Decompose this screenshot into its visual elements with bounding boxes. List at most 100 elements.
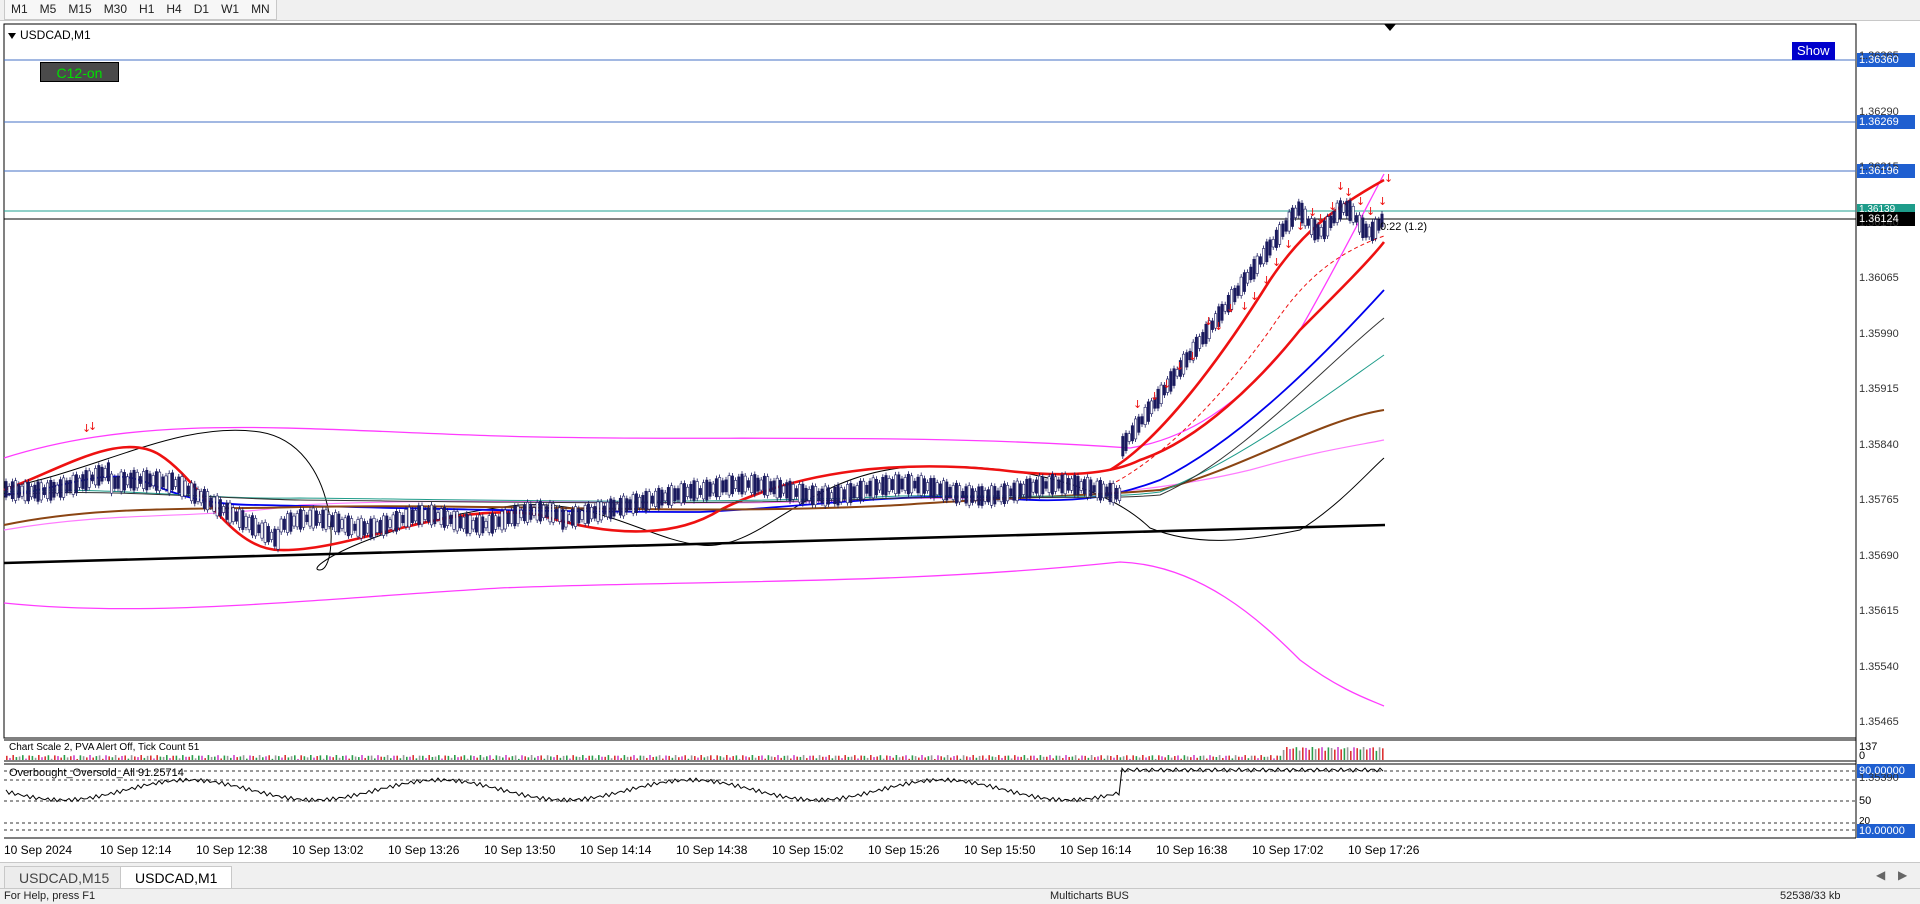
volume-bar <box>396 755 398 760</box>
price-chart[interactable]: ↓↓↓↓↓↓↓↓ ↓↓ ↓↓↓↓↓↓↓↓↓↓↓↓↓↓↓ <box>0 0 1920 903</box>
candle-body <box>1271 239 1275 248</box>
volume-bar <box>246 758 248 760</box>
volume-bar <box>1010 758 1013 760</box>
price-tag-blue-2: 1.36269 <box>1859 116 1899 128</box>
tabs-right-arrow-icon[interactable]: ▶ <box>1898 868 1907 882</box>
price-tag-current: 1.36124 <box>1859 213 1899 225</box>
volume-bar <box>831 758 834 760</box>
candle-body <box>305 514 309 523</box>
volume-bar <box>268 755 270 760</box>
volume-bar <box>553 757 555 760</box>
candle-body <box>900 478 904 490</box>
volume-bar <box>889 755 891 760</box>
candle-body <box>846 484 850 504</box>
collapse-triangle-icon[interactable] <box>8 32 16 39</box>
volume-bar <box>530 755 533 760</box>
volume-bar <box>1362 747 1365 760</box>
candle-body <box>1364 223 1368 238</box>
volume-bar <box>15 757 18 760</box>
candle-body <box>929 478 933 497</box>
candle-body <box>71 474 75 495</box>
oscillator-line <box>5 767 1384 803</box>
price-axis-tick: 1.35990 <box>1859 327 1899 340</box>
candle-body <box>1118 487 1122 501</box>
volume-bar <box>1170 757 1173 760</box>
volume-bar <box>662 758 664 760</box>
candle-body <box>810 485 814 506</box>
volume-bar <box>153 758 155 760</box>
candle-body <box>855 485 859 498</box>
volume-bar <box>681 756 683 760</box>
candle-body <box>865 484 869 494</box>
price-axis-tick: 1.35615 <box>1859 605 1899 617</box>
candle-body <box>90 474 94 482</box>
candle-body <box>1050 474 1054 495</box>
candle-body <box>10 481 14 500</box>
volume-bar <box>598 755 600 760</box>
volume-bar <box>73 755 75 760</box>
volume-bar <box>1276 755 1278 760</box>
candle-body <box>513 505 517 527</box>
tab-usdcad-m15[interactable]: USDCAD,M15 <box>4 866 125 889</box>
candle-body <box>1268 239 1272 256</box>
candle-body <box>420 505 424 525</box>
candle-body <box>494 515 498 530</box>
candle-body <box>430 504 434 526</box>
volume-bar <box>354 756 357 760</box>
volume-bar <box>940 756 942 760</box>
time-axis-tick: 10 Sep 13:26 <box>388 843 460 857</box>
volume-bar <box>924 757 926 760</box>
show-button[interactable]: Show <box>1792 42 1835 60</box>
candle-body <box>1278 224 1282 245</box>
tab-usdcad-m1[interactable]: USDCAD,M1 <box>120 866 233 889</box>
volume-bar <box>1286 747 1288 760</box>
c12-button[interactable]: C12-on <box>40 62 119 82</box>
lower-envelope <box>3 561 1385 707</box>
volume-bar <box>745 756 747 760</box>
volume-bar <box>297 758 299 760</box>
candle-body <box>743 475 747 493</box>
volume-bar <box>1340 749 1342 760</box>
candle-body <box>1002 483 1006 504</box>
volume-bar <box>1318 748 1320 760</box>
candle-body <box>654 490 658 508</box>
volume-bar <box>870 755 872 760</box>
time-axis-tick: 10 Sep 16:14 <box>1060 843 1132 857</box>
down-arrow-icon: ↓ <box>1296 220 1305 233</box>
volume-bar <box>562 755 565 760</box>
volume-bar <box>450 757 453 760</box>
volume-bar <box>201 755 203 760</box>
candle-body <box>682 483 686 503</box>
volume-bar <box>1225 755 1227 760</box>
price-tag-blue-1: 1.36360 <box>1859 54 1899 66</box>
candle-body <box>782 485 786 494</box>
volume-bar <box>956 755 958 760</box>
candle-body <box>276 529 280 550</box>
candle-body <box>564 510 568 528</box>
volume-bar <box>1033 755 1035 760</box>
candle-body <box>1297 201 1301 216</box>
volume-bar <box>1174 756 1176 760</box>
volume-bar <box>121 755 123 760</box>
volume-bar <box>1378 747 1381 760</box>
candle-body <box>686 486 690 497</box>
candle-body <box>1127 433 1131 442</box>
volume-bar <box>895 755 898 760</box>
candle-body <box>801 483 805 504</box>
volume-bar <box>1161 756 1163 760</box>
volume-bar <box>1087 757 1090 760</box>
candle-body <box>167 473 171 494</box>
candle-body <box>1258 256 1262 265</box>
volume-bar <box>34 757 37 760</box>
candle-body <box>426 507 430 522</box>
volume-bar <box>60 757 62 760</box>
symbol-label[interactable]: USDCAD,M1 <box>8 28 91 42</box>
volume-bar <box>118 757 120 760</box>
candle-body <box>503 509 507 530</box>
volume-bar <box>92 757 94 760</box>
volume-panel-label: Chart Scale 2, PVA Alert Off, Tick Count… <box>9 742 200 753</box>
tabs-left-arrow-icon[interactable]: ◀ <box>1876 868 1885 882</box>
candle-body <box>1294 207 1298 219</box>
volume-bar <box>1106 755 1109 760</box>
candle-body <box>650 495 654 504</box>
